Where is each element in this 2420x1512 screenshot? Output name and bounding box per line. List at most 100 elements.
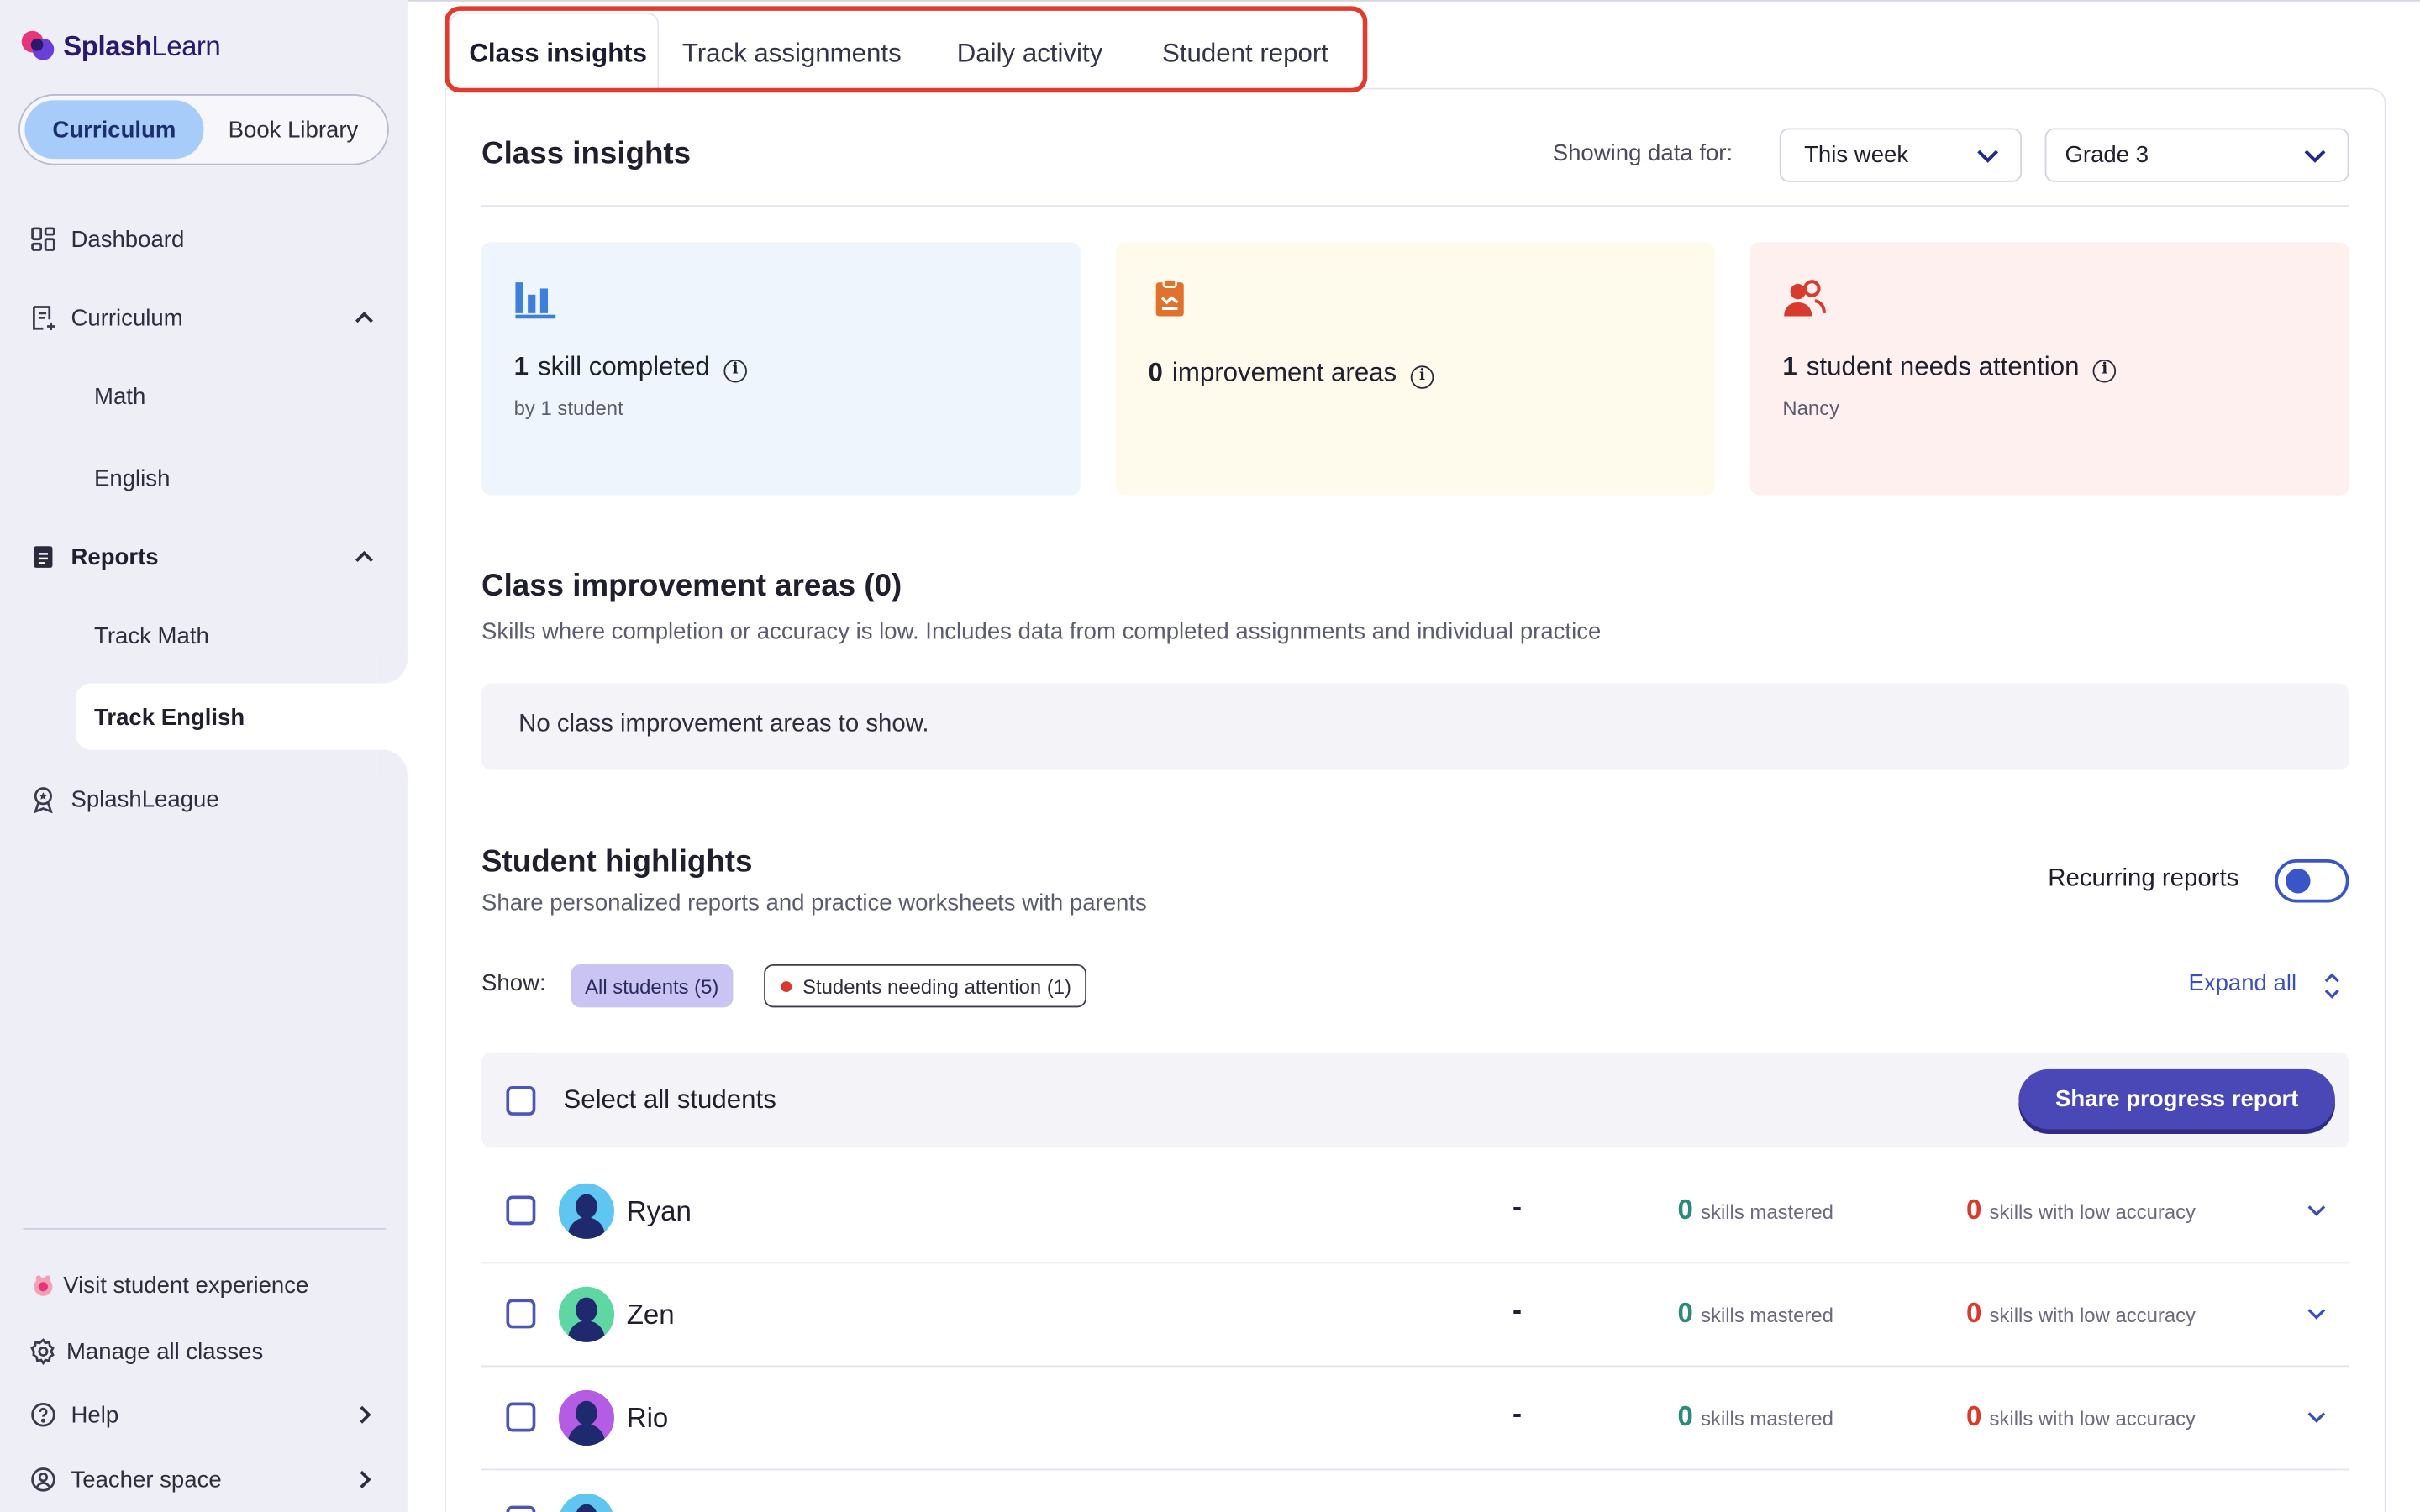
sidebar-item-manage-all-classes[interactable]: Manage all classes: [0, 1336, 408, 1368]
period-select-value: This week: [1804, 141, 1909, 169]
skills-mastered-stat: 0 skills mastered: [1677, 1194, 1833, 1226]
sidebar-divider: [23, 1228, 387, 1230]
card-value: 1 student needs attention i: [1782, 352, 2117, 383]
card-value: 0 improvement areas i: [1149, 358, 1434, 389]
users-icon: [1784, 280, 1826, 317]
table-row[interactable]: Zen - 0 skills mastered 0 skills with low …: [481, 1263, 2349, 1368]
sidebar: SplashLearn Curriculum Book Library Dash…: [0, 0, 408, 1512]
sidebar-item-math[interactable]: Math: [0, 381, 408, 412]
student-name: Rio: [626, 1402, 669, 1434]
student-score: -: [1512, 1294, 1522, 1326]
info-icon[interactable]: i: [723, 359, 747, 383]
student-checkbox[interactable]: [506, 1195, 536, 1226]
grade-select[interactable]: Grade 3: [2044, 128, 2349, 182]
table-row[interactable]: Ryan - 0 skills mastered 0 skills with low…: [481, 1160, 2349, 1264]
sidebar-item-label: Reports: [71, 543, 159, 570]
dashboard-icon: [28, 223, 59, 255]
sidebar-item-dashboard[interactable]: Dashboard: [0, 223, 408, 255]
table-row[interactable]: Rio - 0 skills mastered 0 skills with low …: [481, 1367, 2349, 1471]
recurring-reports-toggle[interactable]: [2275, 859, 2349, 903]
sidebar-item-label: Track Math: [94, 622, 209, 649]
book-library-toggle-button[interactable]: Book Library: [203, 100, 382, 159]
chevron-down-icon: [2304, 150, 2326, 163]
sidebar-item-label: Visit student experience: [63, 1272, 309, 1299]
sidebar-item-label: Math: [94, 383, 146, 410]
student-checkbox[interactable]: [506, 1505, 536, 1512]
improvement-areas-card: 0 improvement areas i: [1115, 242, 1715, 496]
expand-collapse-icon[interactable]: [2321, 972, 2343, 1000]
top-border: [407, 0, 2420, 2]
avatar: [558, 1183, 615, 1239]
card-subtext: Nancy: [1782, 396, 1840, 420]
curriculum-toggle-button[interactable]: Curriculum: [24, 100, 204, 160]
header-divider: [481, 205, 2349, 207]
sidebar-item-visit-student-experience[interactable]: Visit student experience: [0, 1270, 408, 1301]
active-item-curve: [376, 652, 408, 684]
sidebar-item-curriculum[interactable]: Curriculum: [0, 302, 408, 333]
sidebar-item-label: Manage all classes: [66, 1338, 264, 1365]
tab-track-assignments[interactable]: Track assignments: [682, 39, 902, 70]
skills-completed-card: 1 skill completed i by 1 student: [481, 242, 1081, 496]
sidebar-item-label: Dashboard: [71, 226, 185, 253]
active-item-curve: [376, 749, 408, 781]
sidebar-item-track-math[interactable]: Track Math: [0, 620, 408, 651]
select-all-checkbox[interactable]: [506, 1086, 536, 1116]
student-score: -: [1512, 1398, 1522, 1429]
sidebar-item-reports[interactable]: Reports: [0, 542, 408, 573]
info-icon[interactable]: i: [2092, 359, 2117, 383]
expand-all-button[interactable]: Expand all: [2188, 970, 2296, 996]
avatar: [558, 1493, 615, 1512]
curriculum-library-toggle: Curriculum Book Library: [18, 94, 389, 165]
grade-select-value: Grade 3: [2065, 141, 2149, 169]
chevron-right-icon: [360, 1405, 371, 1424]
low-accuracy-stat: 0 skills with low accuracy: [1965, 1297, 2196, 1329]
sidebar-item-label: Curriculum: [71, 304, 183, 331]
student-score: -: [1512, 1190, 1522, 1222]
improvement-areas-subtitle: Skills where completion or accuracy is l…: [481, 618, 1602, 645]
splashlearn-logo[interactable]: SplashLearn: [18, 24, 221, 67]
toggle-knob: [2286, 869, 2311, 894]
sidebar-item-teacher-space[interactable]: Teacher space: [0, 1464, 408, 1495]
league-icon: [28, 784, 59, 815]
teacher-icon: [28, 1464, 59, 1495]
student-experience-icon: [28, 1270, 59, 1301]
student-name: Ryan: [626, 1195, 692, 1227]
bar-chart-icon: [515, 282, 556, 319]
page-title: Class insights: [481, 137, 692, 171]
chevron-down-icon[interactable]: [2306, 1305, 2328, 1324]
avatar: [558, 1286, 615, 1342]
sidebar-item-label: Help: [71, 1401, 119, 1428]
info-icon[interactable]: i: [1410, 365, 1434, 389]
share-progress-report-button[interactable]: Share progress report: [2018, 1068, 2335, 1130]
sidebar-item-label: Track English: [94, 704, 245, 731]
sidebar-item-track-english[interactable]: Track English: [0, 702, 408, 733]
student-highlights-subtitle: Share personalized reports and practice …: [481, 890, 1147, 916]
skills-mastered-stat: 0 skills mastered: [1677, 1400, 1833, 1432]
chevron-down-icon[interactable]: [2306, 1409, 2328, 1427]
tab-daily-activity[interactable]: Daily activity: [957, 39, 1103, 70]
attention-dot-icon: [781, 981, 792, 992]
student-checkbox[interactable]: [506, 1299, 536, 1329]
improvement-areas-title: Class improvement areas (0): [481, 569, 902, 604]
help-icon: [28, 1399, 59, 1431]
chevron-up-icon: [355, 550, 373, 562]
sidebar-item-label: English: [94, 465, 171, 491]
showing-data-label: Showing data for:: [1552, 140, 1733, 167]
sidebar-item-english[interactable]: English: [0, 463, 408, 494]
student-checkbox[interactable]: [506, 1402, 536, 1432]
show-filter-label: Show:: [481, 970, 546, 997]
recurring-reports-label: Recurring reports: [2048, 865, 2239, 892]
chevron-down-icon[interactable]: [2306, 1202, 2328, 1221]
tab-student-report[interactable]: Student report: [1162, 39, 1328, 70]
tab-class-insights[interactable]: Class insights: [469, 39, 647, 70]
filter-students-needing-attention[interactable]: Students needing attention (1): [764, 963, 1087, 1008]
table-row[interactable]: [481, 1470, 2349, 1512]
filter-label: Students needing attention (1): [802, 974, 1072, 998]
filter-all-students[interactable]: All students (5): [571, 963, 733, 1008]
clipboard-icon: [1155, 278, 1184, 317]
period-select[interactable]: This week: [1779, 128, 2023, 182]
sidebar-item-help[interactable]: Help: [0, 1399, 408, 1431]
logo-icon: [21, 30, 55, 60]
sidebar-item-splashleague[interactable]: SplashLeague: [0, 784, 408, 815]
student-highlights-title: Student highlights: [481, 845, 753, 879]
